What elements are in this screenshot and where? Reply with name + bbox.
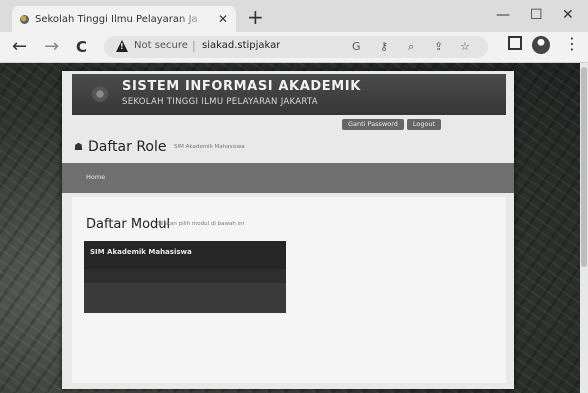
browser-toolbar: ← → C Not secure | siakad.stipjakarta.ac… (0, 32, 588, 63)
modul-card[interactable]: SIM Akademik Mahasiswa (84, 241, 286, 313)
zoom-icon[interactable]: ⌕ (408, 39, 414, 55)
institution-logo-icon (92, 86, 108, 102)
browser-tab[interactable]: Sekolah Tinggi Ilmu Pelayaran Ja ✕ (12, 6, 236, 32)
tab-strip: Sekolah Tinggi Ilmu Pelayaran Ja ✕ + — ☐… (0, 0, 588, 32)
close-window-button[interactable]: ✕ (562, 5, 574, 25)
tab-title: Sekolah Tinggi Ilmu Pelayaran Ja (35, 13, 198, 25)
institution-name: SEKOLAH TINGGI ILMU PELAYARAN JAKARTA (122, 97, 318, 107)
modul-subtitle: Silakan pilih modul di bawah ini (157, 221, 245, 227)
profile-icon[interactable] (532, 36, 550, 54)
minimize-button[interactable]: — (496, 5, 510, 25)
page-scrollbar[interactable] (580, 63, 588, 393)
url-text[interactable]: siakad.stipjakarta.ac.i (202, 40, 280, 51)
url-separator: | (192, 39, 196, 52)
key-icon[interactable]: ⚷ (380, 39, 388, 55)
modul-card-header: SIM Akademik Mahasiswa (84, 241, 286, 269)
page-container: SISTEM INFORMASI AKADEMIK SEKOLAH TINGGI… (62, 71, 514, 389)
nav-home-link[interactable]: Home (86, 173, 105, 181)
menu-icon[interactable]: ⋮ (564, 34, 580, 54)
share-icon[interactable]: ⇪ (434, 39, 443, 55)
reload-icon[interactable]: C (76, 36, 87, 58)
site-header: SISTEM INFORMASI AKADEMIK SEKOLAH TINGGI… (72, 74, 506, 115)
main-content: Daftar Modul Silakan pilih modul di bawa… (72, 197, 506, 383)
modul-card-band (84, 269, 286, 283)
account-buttons: Ganti Password Logout (342, 119, 442, 130)
extensions-icon[interactable] (508, 36, 522, 50)
security-label[interactable]: Not secure (134, 40, 188, 51)
role-title: Daftar Role (88, 139, 167, 155)
new-tab-button[interactable]: + (247, 4, 264, 30)
system-title: SISTEM INFORMASI AKADEMIK (122, 79, 361, 94)
address-bar[interactable]: Not secure | siakad.stipjakarta.ac.i G ⚷… (104, 36, 488, 58)
page-viewport: SISTEM INFORMASI AKADEMIK SEKOLAH TINGGI… (0, 63, 588, 393)
warning-icon[interactable] (116, 40, 128, 52)
site-favicon-icon (20, 14, 29, 24)
star-icon[interactable]: ☆ (460, 39, 470, 55)
main-navbar: Home (62, 163, 514, 193)
user-icon: ☗ (74, 142, 83, 153)
tab-close-icon[interactable]: ✕ (218, 12, 228, 26)
forward-icon[interactable]: → (44, 36, 59, 58)
modul-card-label[interactable]: SIM Akademik Mahasiswa (90, 248, 192, 256)
role-subtitle: SIM Akademik Mahasiswa (174, 144, 245, 150)
back-icon[interactable]: ← (12, 36, 27, 58)
translate-icon[interactable]: G (352, 39, 361, 55)
logout-button[interactable]: Logout (406, 119, 442, 130)
change-password-button[interactable]: Ganti Password (342, 119, 404, 130)
maximize-button[interactable]: ☐ (530, 5, 543, 25)
